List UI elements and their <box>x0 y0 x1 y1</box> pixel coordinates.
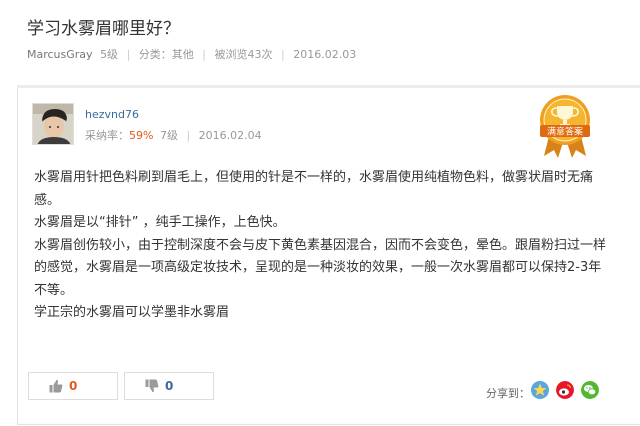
answer-paragraph: 水雾眉创伤较小，由于控制深度不会与皮下黄色素基因混合，因而不会变色，晕色。跟眉粉… <box>34 237 607 298</box>
question-category: 分类：其他 <box>138 48 194 61</box>
answer-paragraph: 水雾眉是以“排针” ，纯手工操作，上色快。 <box>34 215 286 230</box>
answer-level: 7级 <box>159 129 178 142</box>
meta-separator: | <box>281 48 285 61</box>
badge-label: 满意答案 <box>547 126 583 138</box>
adoption-rate: 59% <box>129 129 154 142</box>
wechat-icon[interactable] <box>581 381 599 399</box>
meta-separator: | <box>186 129 191 142</box>
downvote-button[interactable]: 0 <box>124 372 214 400</box>
thumbs-up-icon <box>49 379 63 393</box>
downvote-count: 0 <box>165 379 174 393</box>
satisfied-answer-badge-icon: 满意答案 <box>540 95 590 158</box>
question-title: 学习水雾眉哪里好？ <box>27 19 180 39</box>
question-views: 被浏览43次 <box>214 48 273 61</box>
adoption-label: 采纳率： <box>85 129 129 142</box>
answer-date: 2016.02.04 <box>198 129 262 142</box>
upvote-button[interactable]: 0 <box>28 372 118 400</box>
avatar-photo-icon <box>33 104 73 144</box>
question-meta: MarcusGray 5级 | 分类：其他 | 被浏览43次 | 2016.02… <box>27 46 356 62</box>
thumbs-down-icon <box>145 379 159 393</box>
answer-username[interactable]: hezvnd76 <box>85 108 139 121</box>
answer-paragraph: 学正宗的水雾眉可以学墨非水雾眉 <box>34 305 230 320</box>
question-author[interactable]: MarcusGray <box>27 48 93 61</box>
share-label: 分享到： <box>486 387 530 400</box>
meta-separator: | <box>126 48 131 61</box>
meta-separator: | <box>202 48 206 61</box>
weibo-icon[interactable] <box>556 381 574 399</box>
answer-meta: 采纳率：59% 7级 | 2016.02.04 <box>85 127 262 143</box>
answer-content: 水雾眉用针把色料刷到眉毛上，但使用的针是不一样的，水雾眉使用纯植物色料，做雾状眉… <box>34 167 609 325</box>
avatar[interactable] <box>32 103 74 145</box>
answer-paragraph: 水雾眉用针把色料刷到眉毛上，但使用的针是不一样的，水雾眉使用纯植物色料，做雾状眉… <box>34 170 594 208</box>
qzone-star-icon[interactable] <box>531 381 549 399</box>
answer-card-top-border <box>17 85 640 88</box>
question-date: 2016.02.03 <box>293 48 357 61</box>
question-author-level: 5级 <box>100 48 119 61</box>
upvote-count: 0 <box>69 379 78 393</box>
